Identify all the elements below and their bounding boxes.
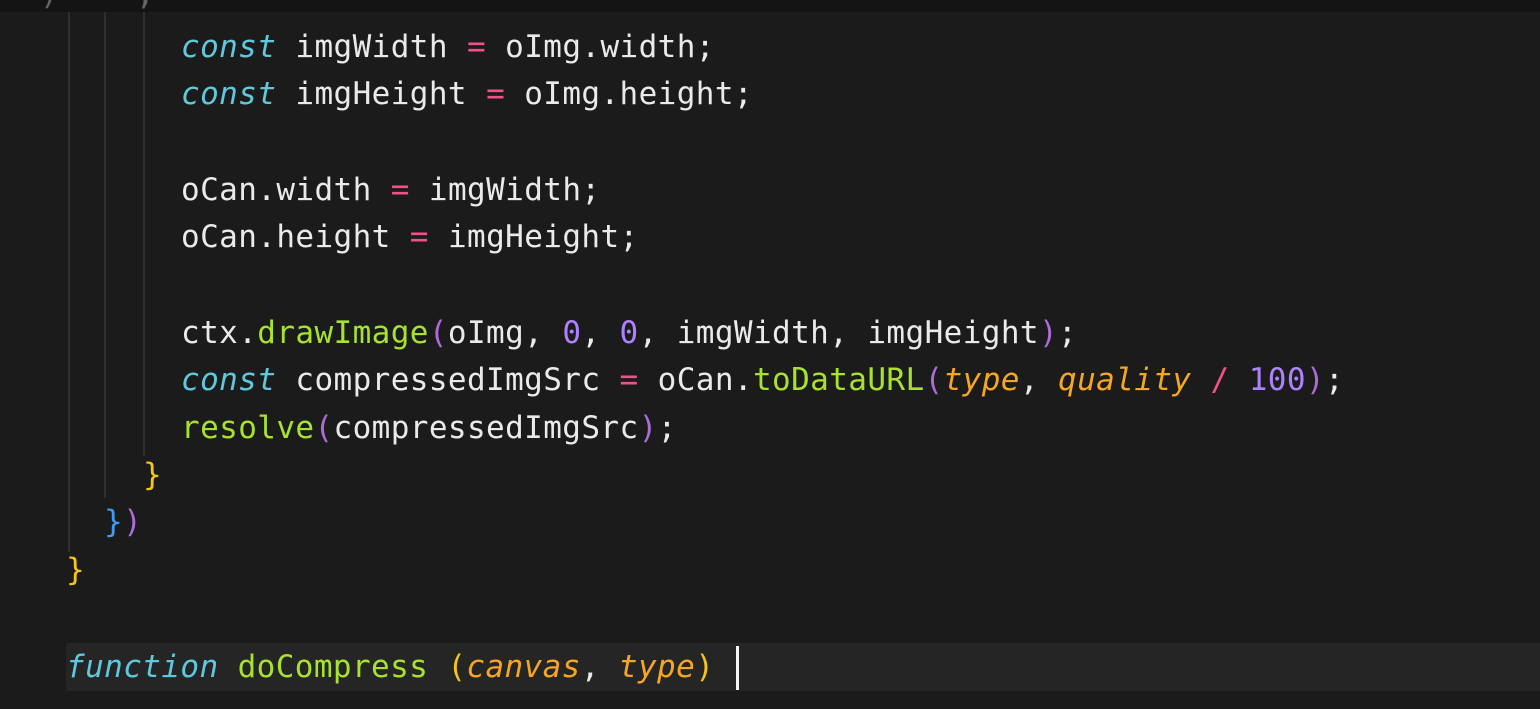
code-token-bracket-3: } bbox=[104, 504, 124, 540]
code-token-bracket-1: ) bbox=[1038, 315, 1059, 351]
code-token-ident bbox=[505, 76, 524, 112]
code-token-ident bbox=[219, 649, 238, 685]
code-token-number: 100 bbox=[1248, 362, 1306, 398]
code-token-punct: ; bbox=[1058, 315, 1078, 351]
code-token-ident: oCan.width bbox=[181, 172, 372, 208]
code-token-op: = bbox=[409, 219, 429, 255]
code-token-punct: ; bbox=[657, 410, 677, 446]
code-token-op: / bbox=[1210, 362, 1230, 398]
code-token-ident: oImg, bbox=[447, 315, 563, 351]
indent-guide-middle bbox=[104, 12, 106, 498]
code-token-ident bbox=[448, 29, 467, 65]
code-token-ident: compressedImgSrc bbox=[333, 410, 639, 446]
code-token-ident bbox=[486, 29, 505, 65]
code-token-ident: , bbox=[581, 315, 620, 351]
code-line[interactable]: oCan.width = imgWidth; bbox=[181, 166, 600, 214]
code-token-op: = bbox=[390, 172, 410, 208]
code-line[interactable]: const compressedImgSrc = oCan.toDataURL(… bbox=[181, 356, 1344, 404]
code-token-param: type bbox=[943, 362, 1020, 398]
code-token-func: drawImage bbox=[257, 315, 429, 351]
code-token-ident: imgWidth bbox=[295, 29, 448, 65]
code-token-bracket-2: } bbox=[143, 457, 163, 493]
editor-top-edge: ) , bbox=[0, 0, 1540, 12]
code-token-ident: , bbox=[580, 649, 619, 685]
indent-guide-outer bbox=[68, 12, 70, 552]
code-token-number: 0 bbox=[562, 315, 582, 351]
code-token-ident: ctx. bbox=[181, 315, 258, 351]
code-token-bracket-2: } bbox=[66, 552, 86, 588]
code-token-bracket-2: ) bbox=[695, 649, 715, 685]
code-token-number: 0 bbox=[619, 315, 639, 351]
code-token-bracket-1: ) bbox=[123, 504, 143, 540]
code-token-ident: imgWidth bbox=[428, 172, 582, 208]
code-token-bracket-1: ) bbox=[1305, 362, 1325, 398]
code-line[interactable]: resolve(compressedImgSrc); bbox=[181, 404, 677, 452]
code-token-ident bbox=[429, 219, 448, 255]
partially-visible-line: ) , bbox=[40, 0, 155, 10]
code-token-punct: ; bbox=[581, 172, 601, 208]
code-token-ident bbox=[372, 172, 391, 208]
code-line[interactable]: const imgWidth = oImg.width; bbox=[181, 23, 715, 71]
code-token-func: doCompress bbox=[237, 649, 429, 685]
code-token-ident bbox=[276, 76, 295, 112]
code-token-punct: ; bbox=[695, 29, 715, 65]
code-line[interactable]: ctx.drawImage(oImg, 0, 0, imgWidth, imgH… bbox=[181, 309, 1077, 357]
code-token-ident bbox=[391, 219, 410, 255]
code-token-bracket-1: ( bbox=[314, 410, 334, 446]
code-token-param: canvas bbox=[466, 649, 581, 685]
code-line[interactable]: } bbox=[143, 451, 162, 499]
code-token-ident: imgHeight bbox=[447, 219, 620, 255]
code-token-op: = bbox=[619, 362, 639, 398]
code-line[interactable]: }) bbox=[104, 498, 142, 546]
code-editor[interactable]: ) , const imgWidth = oImg.width;const im… bbox=[0, 0, 1540, 709]
code-token-ident: oImg.width bbox=[505, 29, 696, 65]
code-token-ident: compressedImgSrc bbox=[276, 362, 620, 398]
code-token-ident: oCan.height bbox=[181, 219, 391, 255]
code-token-bracket-2: ( bbox=[447, 649, 467, 685]
code-line[interactable]: function doCompress (canvas, type) bbox=[66, 643, 714, 691]
code-token-bracket-1: ( bbox=[924, 362, 944, 398]
code-token-ident bbox=[428, 649, 447, 685]
code-token-func: resolve bbox=[181, 410, 315, 446]
code-token-punct: ; bbox=[733, 76, 753, 112]
code-token-keyword: const bbox=[181, 362, 277, 398]
code-token-ident bbox=[1191, 362, 1210, 398]
code-token-punct: ; bbox=[1324, 362, 1345, 398]
code-token-keyword: const bbox=[181, 76, 277, 112]
code-line[interactable]: } bbox=[66, 546, 85, 594]
code-line[interactable]: const imgHeight = oImg.height; bbox=[181, 70, 753, 118]
code-token-func: toDataURL bbox=[752, 362, 925, 398]
code-token-ident: oImg.height bbox=[524, 76, 734, 112]
code-token-bracket-1: ) bbox=[638, 410, 658, 446]
code-token-keyword: function bbox=[66, 649, 219, 685]
code-token-ident: imgHeight bbox=[295, 76, 467, 112]
code-token-ident bbox=[410, 172, 429, 208]
code-token-ident bbox=[276, 29, 295, 65]
code-token-ident bbox=[1230, 362, 1249, 398]
code-token-ident: , imgWidth, imgHeight bbox=[638, 315, 1039, 351]
text-cursor bbox=[736, 646, 739, 690]
indent-guide-inner bbox=[143, 12, 145, 456]
code-token-ident: , bbox=[1019, 362, 1059, 398]
code-token-param: type bbox=[618, 649, 696, 685]
code-token-ident bbox=[467, 76, 486, 112]
code-token-keyword: const bbox=[181, 29, 277, 65]
code-line[interactable]: oCan.height = imgHeight; bbox=[181, 213, 639, 261]
code-token-op: = bbox=[486, 76, 506, 112]
code-token-ident: oCan. bbox=[638, 362, 753, 398]
code-token-op: = bbox=[467, 29, 487, 65]
code-token-param: quality bbox=[1058, 362, 1192, 398]
code-token-punct: ; bbox=[619, 219, 639, 255]
code-token-bracket-1: ( bbox=[428, 315, 448, 351]
